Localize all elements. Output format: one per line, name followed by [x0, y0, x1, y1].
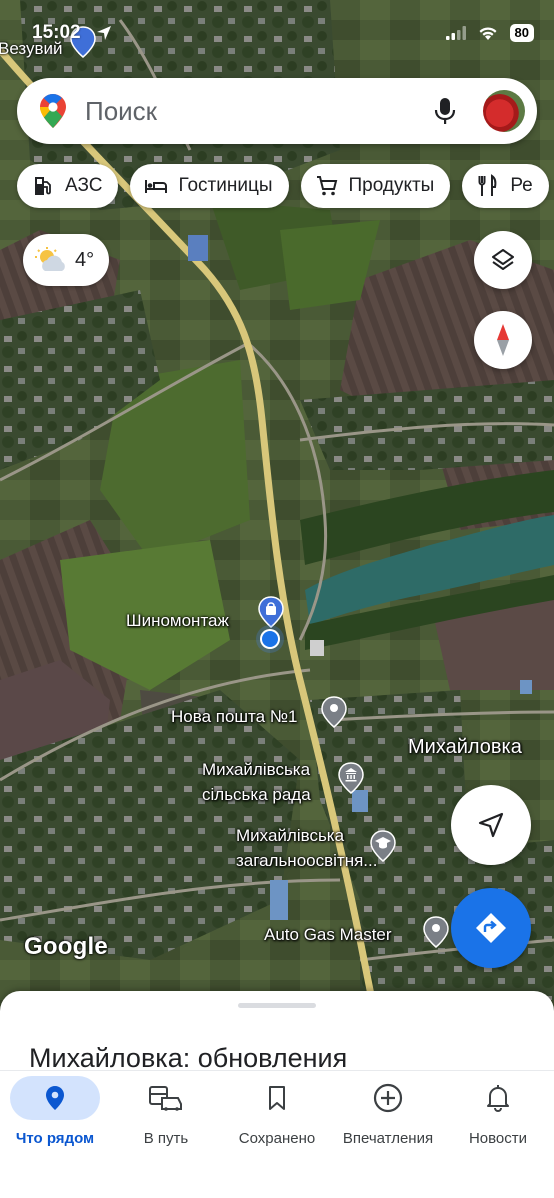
- tab-label: Сохранено: [238, 1130, 316, 1147]
- my-location-dot-icon: [256, 625, 284, 653]
- cart-icon: [316, 176, 337, 196]
- google-maps-logo-icon: [40, 94, 66, 128]
- layers-icon: [492, 249, 514, 270]
- tab-label: В путь: [143, 1130, 189, 1147]
- nova-poshta-label[interactable]: Нова пошта №1: [171, 706, 298, 727]
- sheet-drag-handle[interactable]: [238, 1003, 316, 1008]
- tab-icon-container: [10, 1076, 100, 1120]
- chip-label: Продукты: [348, 175, 435, 196]
- battery-level: 80: [509, 24, 534, 42]
- directions-icon: [476, 913, 506, 943]
- top-city-label[interactable]: Везувий: [0, 38, 63, 59]
- tab-label: Новости: [468, 1130, 528, 1147]
- category-chips: АЗС Гостиницы Продукты Ре: [17, 164, 549, 208]
- tab-icon-container: [121, 1076, 211, 1120]
- tab-icon-container: [232, 1076, 322, 1120]
- tab-label: Впечатления: [342, 1130, 434, 1147]
- search-input[interactable]: Поиск: [85, 96, 433, 127]
- microphone-icon[interactable]: [433, 96, 457, 126]
- school-pin-icon[interactable]: [370, 830, 396, 862]
- chip-label: Гостиницы: [178, 175, 273, 196]
- tab-saved[interactable]: Сохранено: [222, 1071, 332, 1161]
- location-arrow-icon: [97, 26, 111, 40]
- directions-button[interactable]: [451, 888, 531, 968]
- chip-groceries[interactable]: Продукты: [300, 164, 451, 208]
- bell-icon: [487, 1085, 509, 1112]
- compass-button[interactable]: [474, 311, 532, 369]
- place-pin-icon-2[interactable]: [423, 916, 449, 948]
- partly-cloudy-icon: [35, 247, 65, 271]
- council-label-line2[interactable]: сільська рада: [202, 784, 311, 805]
- bed-icon: [145, 180, 168, 193]
- tab-explore[interactable]: Что рядом: [0, 1071, 110, 1161]
- bookmark-icon: [269, 1086, 285, 1110]
- council-label-line1[interactable]: Михайлівська: [202, 759, 310, 780]
- account-avatar[interactable]: [483, 90, 525, 132]
- search-bar[interactable]: Поиск: [17, 78, 537, 144]
- government-building-pin-icon[interactable]: [338, 762, 364, 794]
- school-label-line2[interactable]: загальноосвітня...: [236, 850, 377, 871]
- commute-icon: [149, 1086, 182, 1111]
- chip-label: АЗС: [65, 175, 103, 196]
- tab-contribute[interactable]: Впечатления: [333, 1071, 443, 1161]
- weather-chip[interactable]: 4°: [23, 234, 109, 286]
- chip-hotels[interactable]: Гостиницы: [130, 164, 289, 208]
- place-pin-icon[interactable]: [321, 696, 347, 728]
- tab-label: Что рядом: [15, 1130, 95, 1147]
- location-pin-icon: [46, 1086, 64, 1110]
- gas-station-label[interactable]: Auto Gas Master: [264, 924, 392, 945]
- compass-icon: [497, 324, 509, 356]
- weather-temperature: 4°: [75, 248, 95, 271]
- chip-restaurants[interactable]: Ре: [462, 164, 549, 208]
- chip-gas-stations[interactable]: АЗС: [17, 164, 119, 208]
- tab-commute[interactable]: В путь: [111, 1071, 221, 1161]
- village-label[interactable]: Михайловка: [408, 737, 522, 758]
- google-logo: Google: [24, 933, 108, 960]
- wifi-icon: [479, 26, 497, 40]
- school-label-line1[interactable]: Михайлівська: [236, 825, 344, 846]
- tire-shop-label[interactable]: Шиномонтаж: [126, 610, 229, 631]
- tab-icon-container: [453, 1076, 543, 1120]
- bottom-navigation: Что рядом В путь Сохранено Впечатления Н…: [0, 1070, 554, 1198]
- cellular-signal-icon: [445, 26, 466, 40]
- add-circle-icon: [373, 1083, 403, 1113]
- gas-station-icon: [35, 177, 51, 195]
- restaurant-icon: [478, 174, 497, 196]
- navigation-arrow-icon: [478, 812, 504, 838]
- layers-button[interactable]: [474, 231, 532, 289]
- status-indicators: 80: [445, 24, 534, 42]
- tab-icon-container: [343, 1076, 433, 1120]
- my-location-button[interactable]: [451, 785, 531, 865]
- chip-label: Ре: [510, 175, 533, 196]
- tab-updates[interactable]: Новости: [443, 1071, 553, 1161]
